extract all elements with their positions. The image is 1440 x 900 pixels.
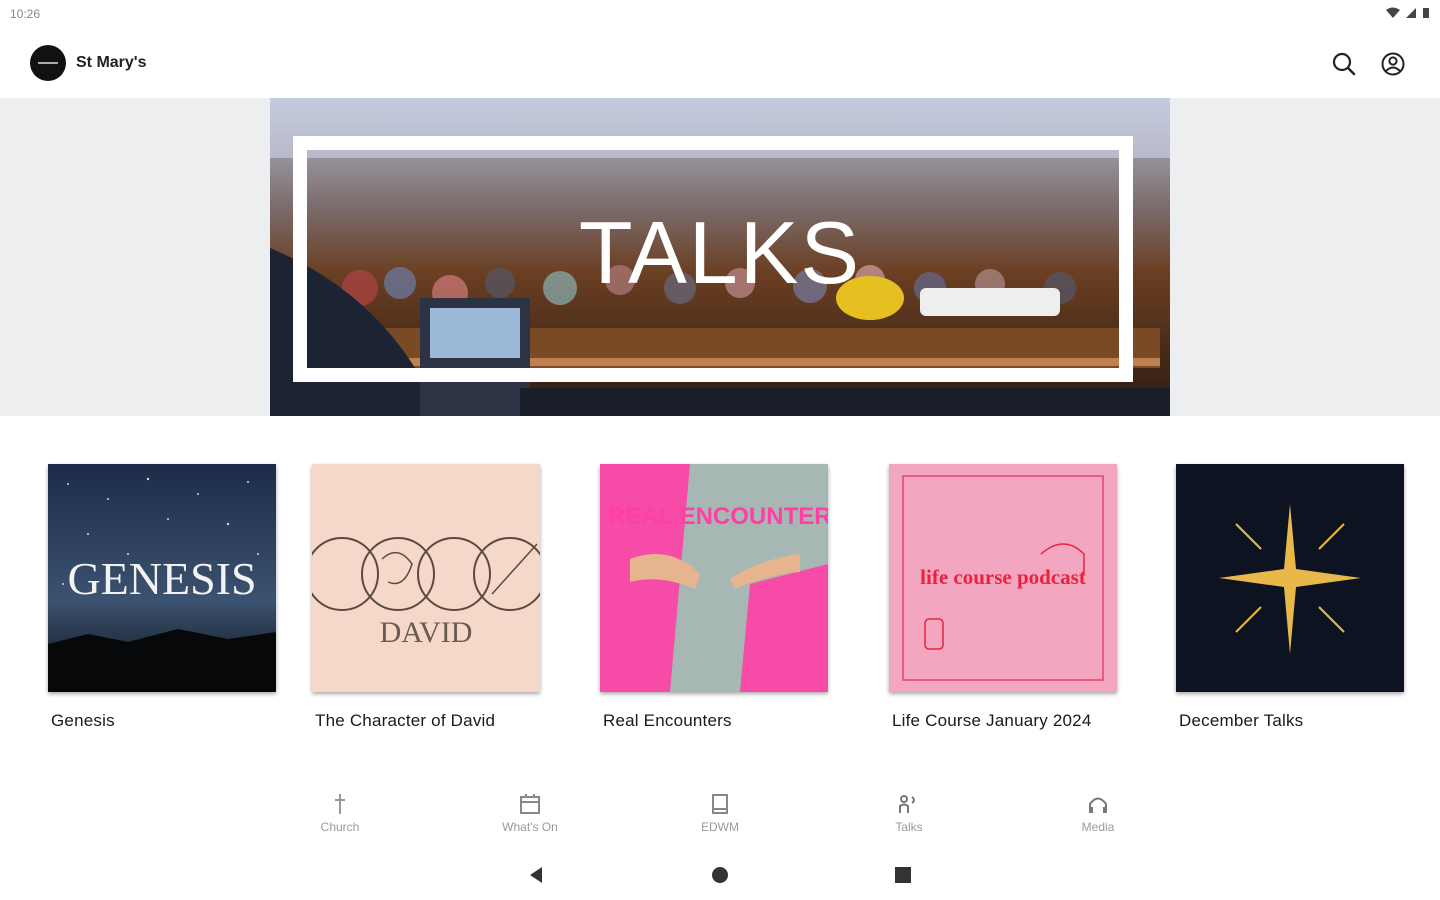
headphones-icon bbox=[1089, 797, 1107, 813]
nav-edwm[interactable]: EDWM bbox=[670, 792, 770, 834]
hero-photo: TALKS bbox=[270, 98, 1170, 416]
hero-banner: TALKS bbox=[0, 98, 1440, 416]
david-artwork: DAVID bbox=[312, 464, 540, 692]
series-card-david[interactable]: DAVID The Character of David bbox=[312, 464, 544, 732]
nav-label: Talks bbox=[895, 820, 923, 834]
speaker-icon bbox=[899, 795, 915, 813]
nav-church[interactable]: Church bbox=[290, 792, 390, 834]
real-encounters-artwork: REAL ENCOUNTERS bbox=[600, 464, 828, 692]
series-card-genesis[interactable]: GENESIS Genesis bbox=[48, 464, 280, 732]
system-nav-bar bbox=[0, 850, 1440, 900]
search-icon[interactable] bbox=[1330, 50, 1358, 78]
david-art-text: DAVID bbox=[380, 616, 473, 649]
calendar-icon bbox=[520, 794, 540, 814]
genesis-art-text: GENESIS bbox=[67, 553, 256, 604]
back-icon[interactable] bbox=[526, 864, 548, 886]
recents-icon[interactable] bbox=[892, 864, 914, 886]
series-card-life-course[interactable]: life course podcast Life Course January … bbox=[889, 464, 1121, 732]
app-title: St Mary's bbox=[76, 54, 147, 71]
cross-icon bbox=[335, 794, 345, 814]
series-title: Life Course January 2024 bbox=[892, 711, 1092, 730]
series-title: The Character of David bbox=[315, 711, 496, 730]
nav-label: Church bbox=[320, 820, 360, 834]
life-course-art-text: life course podcast bbox=[920, 565, 1086, 589]
nav-media[interactable]: Media bbox=[1048, 792, 1148, 834]
series-title: Genesis bbox=[51, 711, 115, 730]
nav-whats-on[interactable]: What's On bbox=[480, 792, 580, 834]
nav-label: What's On bbox=[502, 820, 558, 834]
series-card-december[interactable]: December Talks bbox=[1176, 464, 1408, 732]
signal-icon bbox=[1406, 8, 1416, 18]
status-icons bbox=[1386, 7, 1430, 19]
account-icon[interactable] bbox=[1379, 50, 1407, 78]
nav-label: Media bbox=[1081, 820, 1115, 834]
life-course-artwork: life course podcast bbox=[889, 464, 1117, 692]
bottom-nav: Church What's On EDWM Talks Media bbox=[0, 782, 1440, 846]
genesis-artwork: GENESIS bbox=[48, 464, 276, 692]
status-bar: 10:26 bbox=[0, 0, 1440, 28]
december-artwork bbox=[1176, 464, 1404, 692]
status-time: 10:26 bbox=[10, 7, 41, 21]
nav-talks[interactable]: Talks bbox=[859, 792, 959, 834]
wifi-icon bbox=[1386, 7, 1400, 18]
hero-image: TALKS bbox=[270, 98, 1170, 416]
series-card-real-encounters[interactable]: REAL ENCOUNTERS Real Encounters bbox=[600, 464, 832, 732]
battery-icon bbox=[1423, 8, 1429, 18]
church-logo[interactable] bbox=[30, 45, 66, 81]
talk-series-list: GENESIS Genesis DAVID The Character of D… bbox=[0, 464, 1440, 764]
series-title: December Talks bbox=[1179, 711, 1304, 730]
nav-label: EDWM bbox=[701, 820, 739, 834]
series-title: Real Encounters bbox=[603, 711, 732, 730]
hero-title: TALKS bbox=[579, 203, 861, 302]
book-icon bbox=[712, 794, 728, 814]
home-icon[interactable] bbox=[709, 864, 731, 886]
real-encounters-art-text: REAL ENCOUNTERS bbox=[608, 503, 828, 530]
app-bar: St Mary's bbox=[0, 30, 1440, 98]
